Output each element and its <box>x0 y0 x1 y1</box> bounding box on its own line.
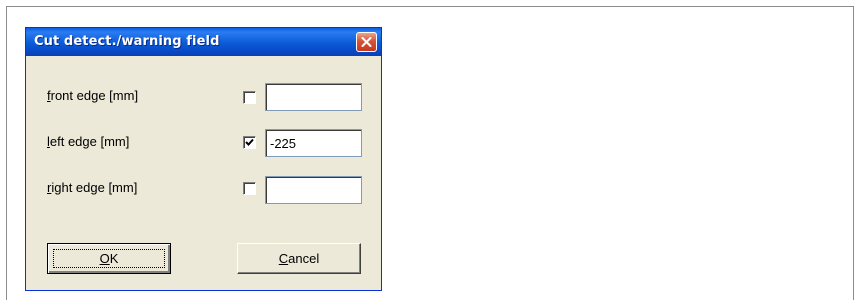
right-edge-input[interactable] <box>265 176 362 204</box>
front-edge-checkbox[interactable] <box>243 91 256 104</box>
ok-button-label: OK <box>100 251 119 266</box>
cancel-button[interactable]: Cancel <box>237 243 361 274</box>
cut-detect-dialog: Cut detect./warning field front edge [mm… <box>25 27 382 291</box>
right-edge-label: right edge [mm] <box>47 180 137 195</box>
front-edge-label-text: ront edge [mm] <box>50 88 139 103</box>
ok-button[interactable]: OK <box>47 243 171 274</box>
cancel-label-rest: ancel <box>288 251 320 266</box>
close-button[interactable] <box>356 32 377 52</box>
cancel-button-label: Cancel <box>279 251 319 266</box>
front-edge-input[interactable] <box>265 83 362 111</box>
dialog-title: Cut detect./warning field <box>34 34 220 49</box>
left-edge-checkbox[interactable] <box>243 136 256 149</box>
right-edge-checkbox[interactable] <box>243 182 256 195</box>
title-bar[interactable]: Cut detect./warning field <box>26 28 381 56</box>
close-icon <box>361 37 372 47</box>
checkmark-icon <box>245 138 254 146</box>
left-edge-label-text: eft edge [mm] <box>49 134 130 149</box>
right-edge-label-text: ight edge [mm] <box>51 180 138 195</box>
ok-label-rest: K <box>109 251 119 266</box>
left-edge-label: left edge [mm] <box>47 134 129 149</box>
left-edge-input[interactable]: -225 <box>265 129 362 157</box>
ok-mnemonic: O <box>99 251 110 266</box>
front-edge-label: front edge [mm] <box>47 88 138 103</box>
cancel-mnemonic: C <box>278 251 289 266</box>
